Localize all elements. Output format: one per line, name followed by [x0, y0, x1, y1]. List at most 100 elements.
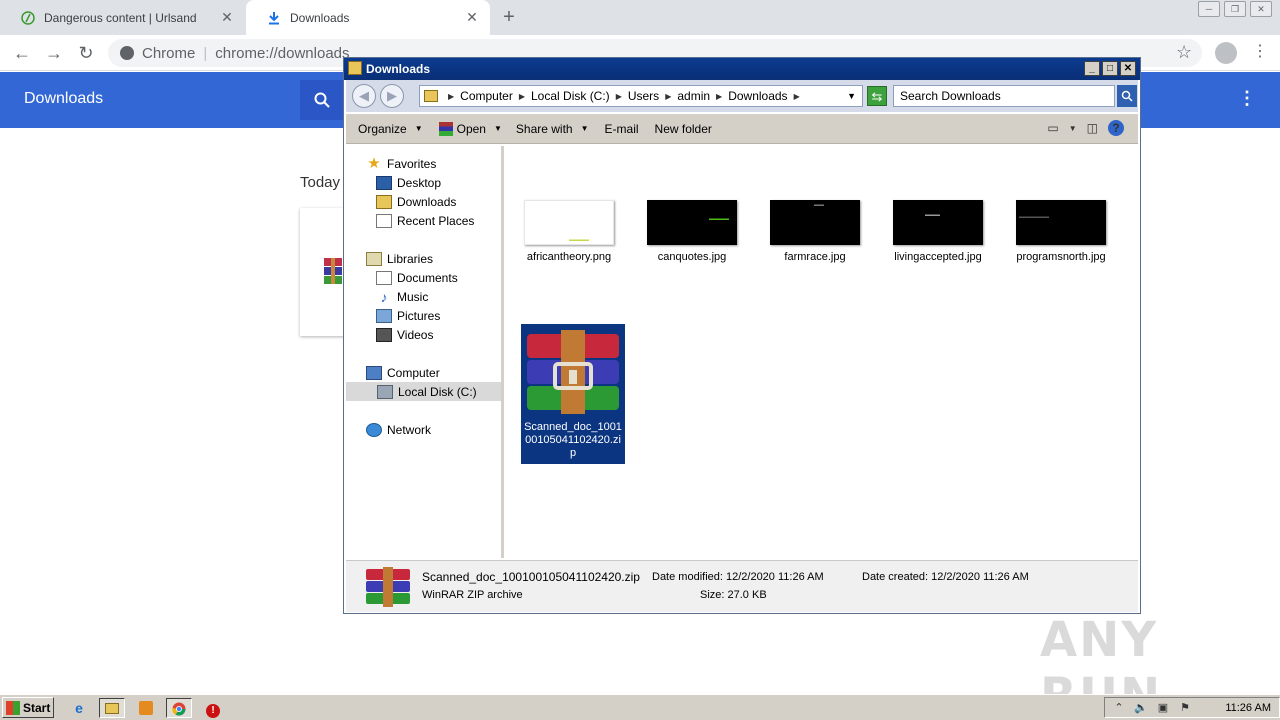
- downloads-date-section: Today: [300, 174, 341, 191]
- maximize-icon[interactable]: □: [1102, 61, 1118, 76]
- stop-icon[interactable]: !: [200, 698, 226, 718]
- file-item[interactable]: ▬▬ farmrace.jpg: [763, 200, 867, 263]
- bookmark-star-icon[interactable]: ☆: [1176, 42, 1192, 63]
- nav-local-disk[interactable]: Local Disk (C:): [346, 382, 501, 401]
- browser-window-controls: ─ ❐ ✕: [1194, 1, 1272, 17]
- network-tray-icon[interactable]: ▣: [1155, 701, 1171, 714]
- nav-recent-places[interactable]: Recent Places: [376, 211, 474, 230]
- file-name: canquotes.jpg: [657, 251, 727, 263]
- help-icon[interactable]: ?: [1108, 120, 1124, 136]
- nav-label: Music: [397, 289, 429, 304]
- breadcrumb-local-disk[interactable]: Local Disk (C:): [531, 89, 610, 103]
- search-input[interactable]: Search Downloads: [893, 85, 1115, 107]
- close-tab-icon[interactable]: ✕: [219, 9, 235, 26]
- new-tab-button[interactable]: +: [498, 6, 520, 28]
- forward-button[interactable]: ▶: [380, 84, 404, 108]
- nav-label: Network: [387, 422, 432, 437]
- restore-icon[interactable]: ❐: [1224, 1, 1246, 17]
- back-button[interactable]: ◀: [352, 84, 376, 108]
- media-player-icon[interactable]: [133, 698, 159, 718]
- chevron-icon[interactable]: ▶: [794, 92, 800, 101]
- file-item[interactable]: ▬▬▬▬ africantheory.png: [517, 200, 621, 263]
- share-with-label: Share with: [515, 121, 573, 136]
- nav-label: Documents: [397, 270, 458, 285]
- organize-button[interactable]: Organize ▼: [358, 122, 423, 136]
- music-icon: ♪: [380, 288, 388, 305]
- clock[interactable]: 11:26 AM: [1225, 702, 1271, 714]
- minimize-icon[interactable]: ─: [1198, 1, 1220, 17]
- nav-computer[interactable]: Computer: [366, 363, 440, 382]
- nav-libraries[interactable]: Libraries: [366, 249, 433, 268]
- action-center-flag-icon[interactable]: ⚑: [1177, 701, 1193, 714]
- nav-music[interactable]: ♪ Music: [376, 287, 429, 306]
- chrome-menu-icon[interactable]: ⋮: [1252, 41, 1268, 61]
- explorer-titlebar[interactable]: Downloads _ □ ✕: [344, 58, 1140, 80]
- breadcrumb-users[interactable]: Users: [628, 89, 659, 103]
- profile-avatar-icon[interactable]: [1215, 42, 1237, 64]
- chevron-icon[interactable]: ▶: [448, 92, 454, 101]
- details-date-modified: Date modified: 12/2/2020 11:26 AM: [652, 571, 824, 583]
- breadcrumb[interactable]: ▶ Computer ▶ Local Disk (C:) ▶ Users ▶ a…: [419, 85, 863, 107]
- chevron-icon[interactable]: ▶: [716, 92, 722, 101]
- chevron-down-icon[interactable]: ▼: [1069, 124, 1077, 133]
- nav-documents[interactable]: Documents: [376, 268, 458, 287]
- share-with-button[interactable]: Share with ▼: [516, 122, 589, 136]
- nav-label: Local Disk (C:): [398, 384, 477, 399]
- nav-favorites[interactable]: ★ Favorites: [366, 154, 436, 173]
- chevron-icon[interactable]: ▶: [665, 92, 671, 101]
- nav-desktop[interactable]: Desktop: [376, 173, 441, 192]
- breadcrumb-computer[interactable]: Computer: [460, 89, 513, 103]
- close-window-icon[interactable]: ✕: [1120, 61, 1136, 76]
- new-folder-button[interactable]: New folder: [655, 122, 712, 136]
- windows-logo-icon: [6, 700, 20, 715]
- change-view-icon[interactable]: ▭: [1047, 121, 1058, 135]
- search-downloads-icon[interactable]: [300, 80, 344, 120]
- nav-network[interactable]: Network: [366, 420, 431, 439]
- back-button[interactable]: ←: [10, 41, 34, 65]
- file-item[interactable]: ▬▬▬▬ canquotes.jpg: [640, 200, 744, 263]
- image-thumbnail: ▬▬: [770, 200, 860, 245]
- view-controls: ▭ ▼ ◫ ?: [1037, 120, 1124, 136]
- nav-videos[interactable]: Videos: [376, 325, 433, 344]
- chevron-down-icon[interactable]: ▼: [847, 91, 856, 101]
- close-tab-icon[interactable]: ✕: [464, 9, 480, 26]
- chrome-site-icon: [120, 46, 134, 60]
- nav-label: Desktop: [397, 175, 442, 190]
- chevron-icon[interactable]: ▶: [519, 92, 525, 101]
- nav-downloads[interactable]: Downloads: [376, 192, 456, 211]
- computer-icon: [366, 365, 382, 380]
- nav-pictures[interactable]: Pictures: [376, 306, 440, 325]
- preview-pane-icon[interactable]: ◫: [1087, 121, 1098, 135]
- volume-icon[interactable]: 🔈: [1133, 701, 1149, 714]
- explorer-icon[interactable]: [99, 698, 125, 718]
- close-window-icon[interactable]: ✕: [1250, 1, 1272, 17]
- ie-icon[interactable]: e: [66, 698, 92, 718]
- breadcrumb-downloads[interactable]: Downloads: [728, 89, 787, 103]
- forward-button[interactable]: →: [42, 41, 66, 65]
- file-item[interactable]: ▬▬▬ livingaccepted.jpg: [886, 200, 990, 263]
- file-list: ▬▬▬▬ africantheory.png ▬▬▬▬ canquotes.jp…: [507, 146, 1138, 558]
- file-item-selected[interactable]: Scanned_doc_100100105041102420.zip: [521, 324, 625, 464]
- downloads-menu-icon[interactable]: ⋮: [1238, 88, 1256, 109]
- chevron-down-icon: ▼: [493, 124, 502, 133]
- winrar-archive-icon: [527, 330, 619, 414]
- nav-label: Pictures: [397, 308, 441, 323]
- tab-dangerous-content[interactable]: Dangerous content | Urlsand ✕: [0, 0, 245, 35]
- chevron-down-icon: ▼: [580, 124, 589, 133]
- show-hidden-icons-icon[interactable]: ⌃: [1111, 701, 1127, 714]
- file-item[interactable]: ▬▬▬▬▬▬ programsnorth.jpg: [1009, 200, 1113, 263]
- reload-button[interactable]: ↻: [74, 41, 98, 65]
- open-button[interactable]: Open ▼: [438, 121, 502, 136]
- breadcrumb-admin[interactable]: admin: [677, 89, 710, 103]
- refresh-icon[interactable]: ⇆: [867, 86, 887, 106]
- minimize-icon[interactable]: _: [1084, 61, 1100, 76]
- urlsand-favicon-icon: [20, 10, 36, 26]
- star-icon: ★: [367, 154, 381, 172]
- chevron-icon[interactable]: ▶: [616, 92, 622, 101]
- search-icon[interactable]: [1117, 85, 1137, 107]
- chrome-icon[interactable]: [166, 698, 192, 718]
- documents-icon: [376, 270, 392, 285]
- email-button[interactable]: E-mail: [605, 122, 639, 136]
- start-button[interactable]: Start: [2, 697, 54, 718]
- tab-downloads[interactable]: Downloads ✕: [246, 0, 490, 35]
